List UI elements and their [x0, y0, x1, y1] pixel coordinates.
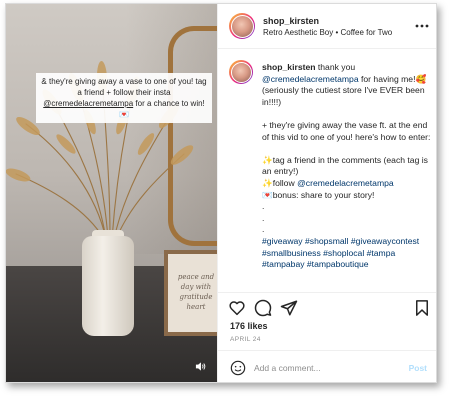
- bookmark-icon[interactable]: [413, 299, 431, 317]
- post-window: peace and day with gratitude heart & the…: [5, 3, 437, 383]
- hashtags[interactable]: #giveaway #shopsmall #giveawaycontest #s…: [262, 236, 434, 271]
- header-username[interactable]: shop_kirsten: [263, 16, 392, 26]
- comment-bar: Post: [218, 350, 436, 382]
- mute-button[interactable]: [192, 358, 208, 374]
- heart-icon[interactable]: [228, 299, 246, 317]
- post-details-panel: shop_kirsten Retro Aesthetic Boy • Coffe…: [217, 4, 436, 382]
- post-date: APRIL 24: [230, 336, 261, 343]
- share-icon[interactable]: [280, 299, 298, 317]
- emoji-icon[interactable]: [230, 360, 246, 376]
- header-meta: shop_kirsten Retro Aesthetic Boy • Coffe…: [263, 16, 392, 37]
- caption-dot: .: [262, 201, 265, 212]
- post-media[interactable]: peace and day with gratitude heart & the…: [6, 4, 217, 382]
- mention-link[interactable]: @cremedelacremetampa: [262, 74, 359, 84]
- overlay-handle-link[interactable]: @cremedelacremetampa: [43, 99, 133, 108]
- mention-link[interactable]: @cremedelacremetampa: [297, 178, 394, 188]
- caption-dot: .: [262, 224, 265, 235]
- overlay-text-end: for a chance to win!: [133, 99, 205, 108]
- video-text-overlay: & they're giving away a vase to one of y…: [36, 73, 212, 123]
- caption-dot: .: [262, 212, 265, 223]
- comment-icon[interactable]: [254, 299, 272, 317]
- action-bar: [218, 292, 436, 318]
- like-count[interactable]: 176 likes: [230, 321, 268, 331]
- caption-avatar[interactable]: [229, 60, 253, 84]
- post-comment-button[interactable]: Post: [409, 363, 427, 373]
- caption-line: ✨follow @cremedelacremetampa: [262, 178, 434, 190]
- avatar[interactable]: [229, 13, 255, 39]
- caption-area: shop_kirsten thank you @cremedelacremeta…: [229, 60, 435, 290]
- comment-input[interactable]: [254, 362, 394, 373]
- more-options-button[interactable]: [413, 17, 431, 35]
- volume-icon: [195, 361, 205, 371]
- caption-line: ✨tag a friend in the comments (each tag …: [262, 154, 428, 177]
- caption-line: + they're giving away the vase ft. at th…: [262, 119, 431, 142]
- caption-line: thank you: [315, 62, 356, 72]
- overlay-text: & they're giving away a vase to one of y…: [41, 77, 207, 97]
- vase: [82, 236, 134, 336]
- caption-text-run: ✨follow: [262, 177, 298, 188]
- caption-line: 💌bonus: share to your story!: [262, 189, 375, 200]
- more-icon: [415, 24, 429, 28]
- post-header: shop_kirsten Retro Aesthetic Boy • Coffe…: [218, 4, 436, 49]
- caption-text: shop_kirsten thank you @cremedelacremeta…: [262, 62, 434, 271]
- caption-username[interactable]: shop_kirsten: [262, 62, 316, 72]
- header-subtitle[interactable]: Retro Aesthetic Boy • Coffee for Two: [263, 28, 392, 37]
